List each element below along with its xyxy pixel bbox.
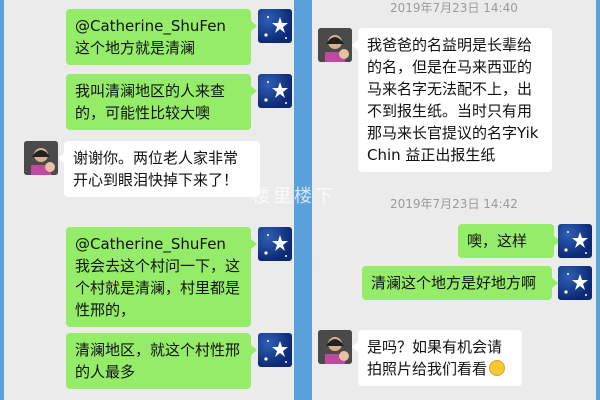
star-avatar-icon[interactable] <box>258 333 292 367</box>
message-timestamp: 2019年7月23日 14:40 <box>390 1 518 15</box>
message-text: 是吗？如果有机会请拍照片给我们看看 <box>367 338 503 378</box>
chat-message-received[interactable]: 我爸爸的名益明是长辈给的名，但是在马来西亚的马来名字无法配不上，出不到报生纸。当… <box>352 28 552 172</box>
star-avatar-icon[interactable] <box>258 227 292 261</box>
person-avatar-icon[interactable] <box>318 28 352 62</box>
chat-message-sent[interactable]: 我叫清澜地区的人来查的，可能性比较大噢 <box>66 74 257 130</box>
star-avatar-icon[interactable] <box>258 74 292 108</box>
star-avatar-icon[interactable] <box>258 9 292 43</box>
chat-message-sent[interactable]: @Catherine_ShuFen 这个地方就是清澜 <box>66 9 257 65</box>
left-chat-panel: @Catherine_ShuFen 这个地方就是清澜 我叫清澜地区的人来查的，可… <box>4 0 294 400</box>
watermark: 楼里楼下 <box>252 186 336 207</box>
chat-message-sent[interactable]: 噢，这样 <box>458 224 560 258</box>
star-avatar-icon[interactable] <box>558 224 592 258</box>
chat-message-sent[interactable]: 清澜这个地方是好地方啊 <box>362 266 558 300</box>
chat-message-received[interactable]: 是吗？如果有机会请拍照片给我们看看 <box>352 330 522 386</box>
chat-message-received[interactable]: 谢谢你。两位老人家非常开心到眼泪快掉下来了！ <box>58 141 260 197</box>
smile-emoji-icon <box>489 360 506 376</box>
right-chat-panel: 2019年7月23日 14:40 我爸爸的名益明是长辈给的名，但是在马来西亚的马… <box>312 0 596 400</box>
chat-message-sent[interactable]: 清澜地区，就这个村性邢的人最多 <box>66 333 257 389</box>
chat-message-sent[interactable]: @Catherine_ShuFen 我会去这个村问一下，这个村就是清澜，村里都是… <box>66 227 257 327</box>
star-avatar-icon[interactable] <box>558 266 592 300</box>
person-avatar-icon[interactable] <box>318 330 352 364</box>
person-avatar-icon[interactable] <box>24 141 58 175</box>
message-timestamp: 2019年7月23日 14:42 <box>390 197 518 211</box>
